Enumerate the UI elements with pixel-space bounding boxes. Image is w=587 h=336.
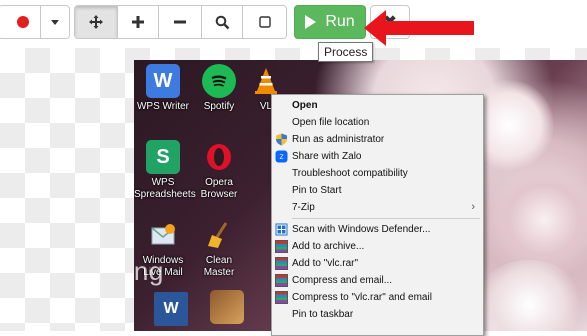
desktop-icon-label: Opera Browser bbox=[200, 177, 238, 200]
record-dropdown-button[interactable] bbox=[41, 6, 69, 38]
wps-writer-icon: W bbox=[146, 64, 180, 98]
svg-text:Z: Z bbox=[279, 154, 283, 161]
minus-icon bbox=[174, 20, 186, 24]
menu-separator bbox=[292, 218, 480, 219]
red-arrow-annotation bbox=[364, 10, 474, 46]
toolbar: Run ✖ bbox=[0, 0, 587, 48]
tool-group bbox=[74, 5, 287, 39]
watermark: Quantrimang bbox=[134, 256, 164, 286]
menu-item-scan-defender[interactable]: Scan with Windows Defender... bbox=[272, 221, 483, 238]
move-tool-button[interactable] bbox=[75, 6, 118, 38]
wps-spreadsheets-icon: S bbox=[146, 140, 180, 174]
blossom-decoration bbox=[494, 170, 587, 270]
desktop-icon-wps-spreadsheets[interactable]: S WPS Spreadsheets bbox=[134, 140, 196, 201]
record-group bbox=[0, 5, 70, 39]
desktop-icon-opera[interactable]: Opera Browser bbox=[190, 140, 248, 201]
square-icon bbox=[259, 16, 271, 28]
winrar-icon bbox=[275, 274, 288, 287]
broom-icon bbox=[202, 218, 236, 252]
winrar-icon bbox=[275, 240, 288, 253]
fit-frame-button[interactable] bbox=[243, 6, 286, 38]
zoom-in-button[interactable] bbox=[117, 6, 160, 38]
menu-item-compress-to-vlc-rar-email[interactable]: Compress to "vlc.rar" and email bbox=[272, 289, 483, 306]
winrar-icon bbox=[275, 291, 288, 304]
opera-icon bbox=[202, 140, 236, 174]
desktop-icon-game[interactable] bbox=[198, 290, 256, 327]
run-button[interactable]: Run bbox=[294, 5, 366, 39]
desktop-icon-label: WPS Spreadsheets bbox=[134, 177, 196, 200]
shield-icon bbox=[276, 133, 287, 146]
caret-down-icon bbox=[51, 19, 59, 25]
record-icon bbox=[16, 16, 29, 28]
word-icon: W bbox=[154, 292, 188, 326]
move-icon bbox=[88, 15, 103, 29]
search-button[interactable] bbox=[201, 6, 244, 38]
search-icon bbox=[215, 15, 229, 29]
menu-item-pin-to-taskbar[interactable]: Pin to taskbar bbox=[272, 306, 483, 323]
menu-item-run-as-admin[interactable]: Run as administrator bbox=[272, 131, 483, 148]
menu-item-open-file-location[interactable]: Open file location bbox=[272, 114, 483, 131]
game-icon bbox=[210, 290, 244, 324]
play-icon bbox=[305, 15, 317, 29]
desktop-icon-label: WPS Writer bbox=[136, 101, 190, 112]
menu-item-add-to-archive[interactable]: Add to archive... bbox=[272, 238, 483, 255]
menu-item-7zip[interactable]: 7-Zip › bbox=[272, 199, 483, 216]
run-label: Run bbox=[325, 13, 355, 30]
menu-item-open[interactable]: Open bbox=[272, 97, 483, 114]
menu-item-compress-and-email[interactable]: Compress and email... bbox=[272, 272, 483, 289]
menu-item-share-zalo[interactable]: Z Share with Zalo bbox=[272, 148, 483, 165]
desktop-icon-word[interactable]: W bbox=[142, 292, 200, 329]
plus-icon bbox=[131, 16, 144, 28]
record-button[interactable] bbox=[0, 6, 41, 38]
defender-icon bbox=[275, 223, 288, 236]
live-mail-icon bbox=[146, 218, 180, 252]
submenu-arrow-icon: › bbox=[471, 201, 475, 213]
zalo-icon: Z bbox=[275, 150, 288, 163]
zoom-out-button[interactable] bbox=[159, 6, 202, 38]
menu-item-add-to-vlc-rar[interactable]: Add to "vlc.rar" bbox=[272, 255, 483, 272]
menu-item-pin-to-start[interactable]: Pin to Start bbox=[272, 182, 483, 199]
desktop-icon-spotify[interactable]: Spotify bbox=[190, 64, 248, 113]
winrar-icon bbox=[275, 257, 288, 270]
desktop-icon-label: Clean Master bbox=[203, 255, 235, 278]
run-tooltip: Process bbox=[318, 42, 374, 62]
desktop-icon-wps-writer[interactable]: W WPS Writer bbox=[134, 64, 192, 113]
menu-item-troubleshoot[interactable]: Troubleshoot compatibility bbox=[272, 165, 483, 182]
desktop-icon-clean-master[interactable]: Clean Master bbox=[190, 218, 248, 279]
spotify-icon bbox=[202, 64, 236, 98]
desktop-icon-label: Spotify bbox=[203, 101, 235, 112]
vlc-icon bbox=[249, 64, 283, 98]
context-menu: Open Open file location Run as administr… bbox=[271, 94, 484, 336]
